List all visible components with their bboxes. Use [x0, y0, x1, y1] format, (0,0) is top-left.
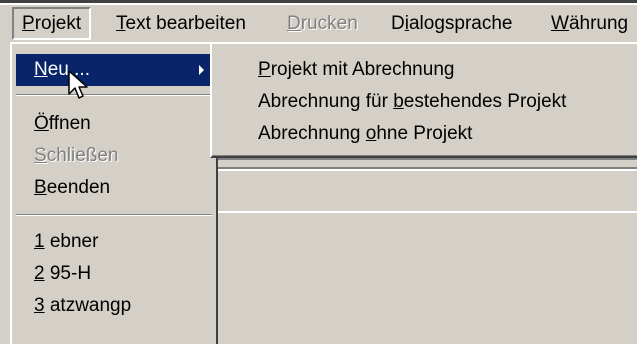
menu-text-bearbeiten[interactable]: Text bearbeiten	[108, 7, 254, 40]
menu-item-label: Abrechnung für	[258, 91, 394, 112]
menu-drucken[interactable]: Drucken	[279, 7, 366, 40]
menu-accelerator: 1	[34, 231, 45, 252]
menu-label: rojekt	[34, 13, 82, 34]
workspace-border	[216, 158, 637, 160]
menu-item-label: estehendes Projekt	[403, 91, 567, 112]
submenu-item-abrechnung-bestehendes-projekt[interactable]: Abrechnung für bestehendes Projekt	[214, 86, 634, 118]
menu-label: D	[391, 13, 405, 34]
menu-accelerator: T	[116, 13, 126, 34]
menu-projekt[interactable]: Projekt	[12, 7, 92, 40]
menu-accelerator: P	[22, 13, 35, 34]
menu-item-label: Abrechnung	[258, 123, 366, 144]
menu-accelerator: b	[393, 91, 404, 112]
menu-item-label: chließen	[46, 145, 119, 166]
submenu-item-projekt-mit-abrechnung[interactable]: Projekt mit Abrechnung	[214, 54, 634, 86]
menu-accelerator: 3	[34, 295, 45, 316]
menu-accelerator: B	[34, 177, 47, 198]
menu-label: alogsprache	[408, 13, 513, 34]
menu-item-label: ffnen	[48, 113, 91, 134]
menu-item-neu[interactable]: Neu ...	[16, 54, 212, 86]
window-border-highlight	[0, 3, 637, 5]
menu-item-schliessen[interactable]: Schließen	[16, 140, 212, 172]
menu-waehrung[interactable]: Währung	[543, 7, 636, 40]
menu-label: rucken	[300, 13, 358, 34]
menu-bar: Projekt Text bearbeiten Drucken Dialogsp…	[0, 0, 637, 42]
workspace	[216, 158, 637, 328]
mouse-pointer-icon	[68, 70, 88, 99]
menu-item-label: eenden	[46, 177, 111, 198]
menu-accelerator: S	[34, 145, 47, 166]
menu-item-recent-3[interactable]: 3 atzwangp	[16, 290, 212, 322]
workspace-divider	[218, 211, 637, 213]
menu-accelerator: D	[287, 13, 301, 34]
menu-accelerator: W	[551, 13, 569, 34]
menu-item-label: ebner	[44, 231, 99, 252]
menu-item-label: atzwangp	[44, 295, 132, 316]
menu-item-label: 95-H	[44, 263, 92, 284]
menu-item-label: hne Projekt	[376, 123, 473, 144]
menu-accelerator: P	[258, 59, 271, 80]
menu-separator	[16, 214, 212, 216]
menu-label: ährung	[568, 13, 629, 34]
submenu-arrow-icon	[199, 65, 204, 75]
menu-item-recent-2[interactable]: 2 95-H	[16, 258, 212, 290]
menu-accelerator: Ö	[34, 113, 49, 134]
menu-label: ext bearbeiten	[125, 13, 246, 34]
menu-accelerator: 2	[34, 263, 45, 284]
menu-item-oeffnen[interactable]: Öffnen	[16, 108, 212, 140]
menu-item-label: rojekt mit Abrechnung	[270, 59, 455, 80]
projekt-dropdown: Neu ... Öffnen Schließen Beenden 1 ebner…	[10, 42, 218, 344]
menu-item-beenden[interactable]: Beenden	[16, 172, 212, 204]
workspace-divider	[218, 169, 637, 171]
menu-dialogsprache[interactable]: Dialogsprache	[383, 7, 521, 40]
neu-submenu: Projekt mit Abrechnung Abrechnung für be…	[210, 42, 637, 158]
menu-separator	[16, 94, 212, 96]
menu-accelerator: o	[365, 123, 377, 144]
menu-item-recent-1[interactable]: 1 ebner	[16, 226, 212, 258]
menu-accelerator: N	[34, 59, 48, 80]
submenu-item-abrechnung-ohne-projekt[interactable]: Abrechnung ohne Projekt	[214, 118, 634, 150]
